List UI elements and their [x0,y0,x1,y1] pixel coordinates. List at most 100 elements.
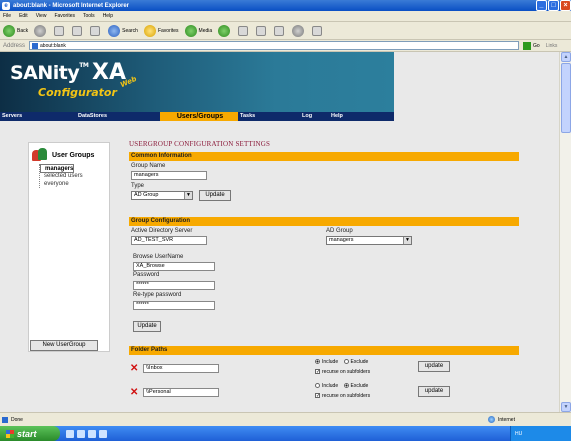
type-select[interactable]: AD Group ▼ [131,191,193,200]
folder-update-button-1[interactable]: update [418,361,450,372]
ad-group-label: AD Group [326,228,353,234]
scroll-down-icon[interactable]: ▼ [561,402,571,412]
recurse-option-2: ✓ recurse on subfolders [315,393,371,400]
settings-title: USERGROUP CONFIGURATION SETTINGS [129,140,271,148]
nav-users-groups[interactable]: Users/Groups [160,112,238,121]
print-button[interactable] [256,25,268,36]
tray-label: HU [515,430,523,437]
messenger-button[interactable] [292,24,306,37]
retype-password-input[interactable]: ****** [133,301,215,310]
start-button[interactable]: start [0,426,60,441]
discuss-button[interactable] [312,25,324,36]
nav-tasks[interactable]: Tasks [238,112,300,121]
edit-icon [274,25,285,36]
page-icon [2,416,8,423]
exclude-radio[interactable] [343,383,349,389]
explorer-launch-icon[interactable] [88,429,96,438]
nav-datastores[interactable]: DataStores [76,112,160,121]
new-usergroup-button[interactable]: New UserGroup [30,340,98,351]
address-input[interactable]: about:blank [29,41,520,50]
search-button[interactable]: Search [108,24,138,37]
scroll-thumb[interactable] [561,63,571,133]
star-icon [143,24,156,37]
user-groups-title: User Groups [52,151,95,159]
home-button[interactable] [90,25,102,36]
show-desktop-icon[interactable] [66,429,74,438]
user-groups-panel: User Groups managers Group 2 selected us… [28,142,110,352]
menu-edit[interactable]: Edit [19,13,28,19]
group-item-managers[interactable]: managers [40,164,75,173]
media-launch-icon[interactable] [99,429,107,438]
exclude-radio[interactable] [343,359,349,365]
history-button[interactable] [218,24,232,37]
ie-launch-icon[interactable] [77,429,85,438]
links-button[interactable]: Links [546,43,558,49]
edit-button[interactable] [274,25,286,36]
folder-path-input-inbox[interactable]: \\Inbox [143,364,219,373]
password-label: Password [133,272,160,278]
folder-paths-header: Folder Paths [129,346,519,355]
stop-icon [54,25,65,36]
back-button[interactable]: Back [3,24,28,37]
statusbar: Done Internet [0,412,571,426]
maximize-button[interactable]: □ [548,0,559,11]
folder-update-button-2[interactable]: update [418,386,450,397]
forward-arrow-icon [34,24,47,37]
stop-button[interactable] [54,25,66,36]
menu-help[interactable]: Help [103,13,113,19]
delete-folder-icon[interactable]: ✕ [130,388,138,398]
folder-path-input-personal[interactable]: \\Personal [143,388,219,397]
ad-group-select[interactable]: managers ▼ [326,236,412,245]
forward-button[interactable] [34,24,48,37]
user-group-icon [32,148,48,162]
delete-folder-icon[interactable]: ✕ [130,364,138,374]
go-button[interactable]: Go [523,41,540,50]
ad-server-input[interactable]: AD_TEST_SVR [131,236,207,245]
history-icon [218,24,231,37]
recurse-checkbox[interactable]: ✓ [315,369,320,375]
group-item-everyone[interactable]: everyone [40,180,109,188]
address-label: Address [3,42,26,49]
vertical-scrollbar[interactable]: ▲ ▼ [559,52,571,412]
mail-button[interactable] [238,25,250,36]
menu-view[interactable]: View [36,13,47,19]
recurse-option-1: ✓ recurse on subfolders [315,369,371,376]
include-radio[interactable] [315,383,320,389]
browse-username-input[interactable]: XA_Browse [133,262,215,271]
nav-servers[interactable]: Servers [0,112,76,121]
refresh-icon [72,25,83,36]
scroll-up-icon[interactable]: ▲ [561,52,571,62]
menu-file[interactable]: File [3,13,11,19]
status-text: Done [11,416,23,423]
close-button[interactable]: × [560,0,571,11]
group-name-label: Group Name [131,163,166,169]
menubar: File Edit View Favorites Tools Help [0,11,571,22]
group-config-update-button[interactable]: Update [133,321,161,332]
common-update-button[interactable]: Update [199,190,231,201]
favorites-button[interactable]: Favorites [143,24,179,37]
nav-log[interactable]: Log [300,112,329,121]
group-item-selected-users[interactable]: selected users [40,172,109,180]
internet-zone-icon [488,416,495,423]
back-arrow-icon [3,24,15,37]
password-input[interactable]: ****** [133,281,215,290]
nav-help[interactable]: Help [329,112,394,121]
group-config-header: Group Configuration [129,217,519,226]
window-titlebar: e about:blank - Microsoft Internet Explo… [0,0,571,11]
minimize-button[interactable]: _ [536,0,547,11]
browser-toolbar: Back Search Favorites Media [0,22,571,40]
recurse-checkbox[interactable]: ✓ [315,393,320,399]
group-name-input[interactable]: managers [131,171,207,180]
include-radio[interactable] [315,359,320,365]
window-title: about:blank - Microsoft Internet Explore… [13,2,130,9]
media-button[interactable]: Media [184,24,212,37]
menu-favorites[interactable]: Favorites [54,13,75,19]
search-icon [108,24,121,37]
quick-launch [66,429,110,438]
app-nav: Servers DataStores Users/Groups Tasks Lo… [0,112,394,121]
menu-tools[interactable]: Tools [83,13,95,19]
retype-password-label: Re-type password [133,292,182,298]
folder-include-options-1: Include Exclude [315,359,368,365]
page-viewport: SANityTM XA Configurator Web Servers Dat… [0,52,559,412]
refresh-button[interactable] [72,25,84,36]
